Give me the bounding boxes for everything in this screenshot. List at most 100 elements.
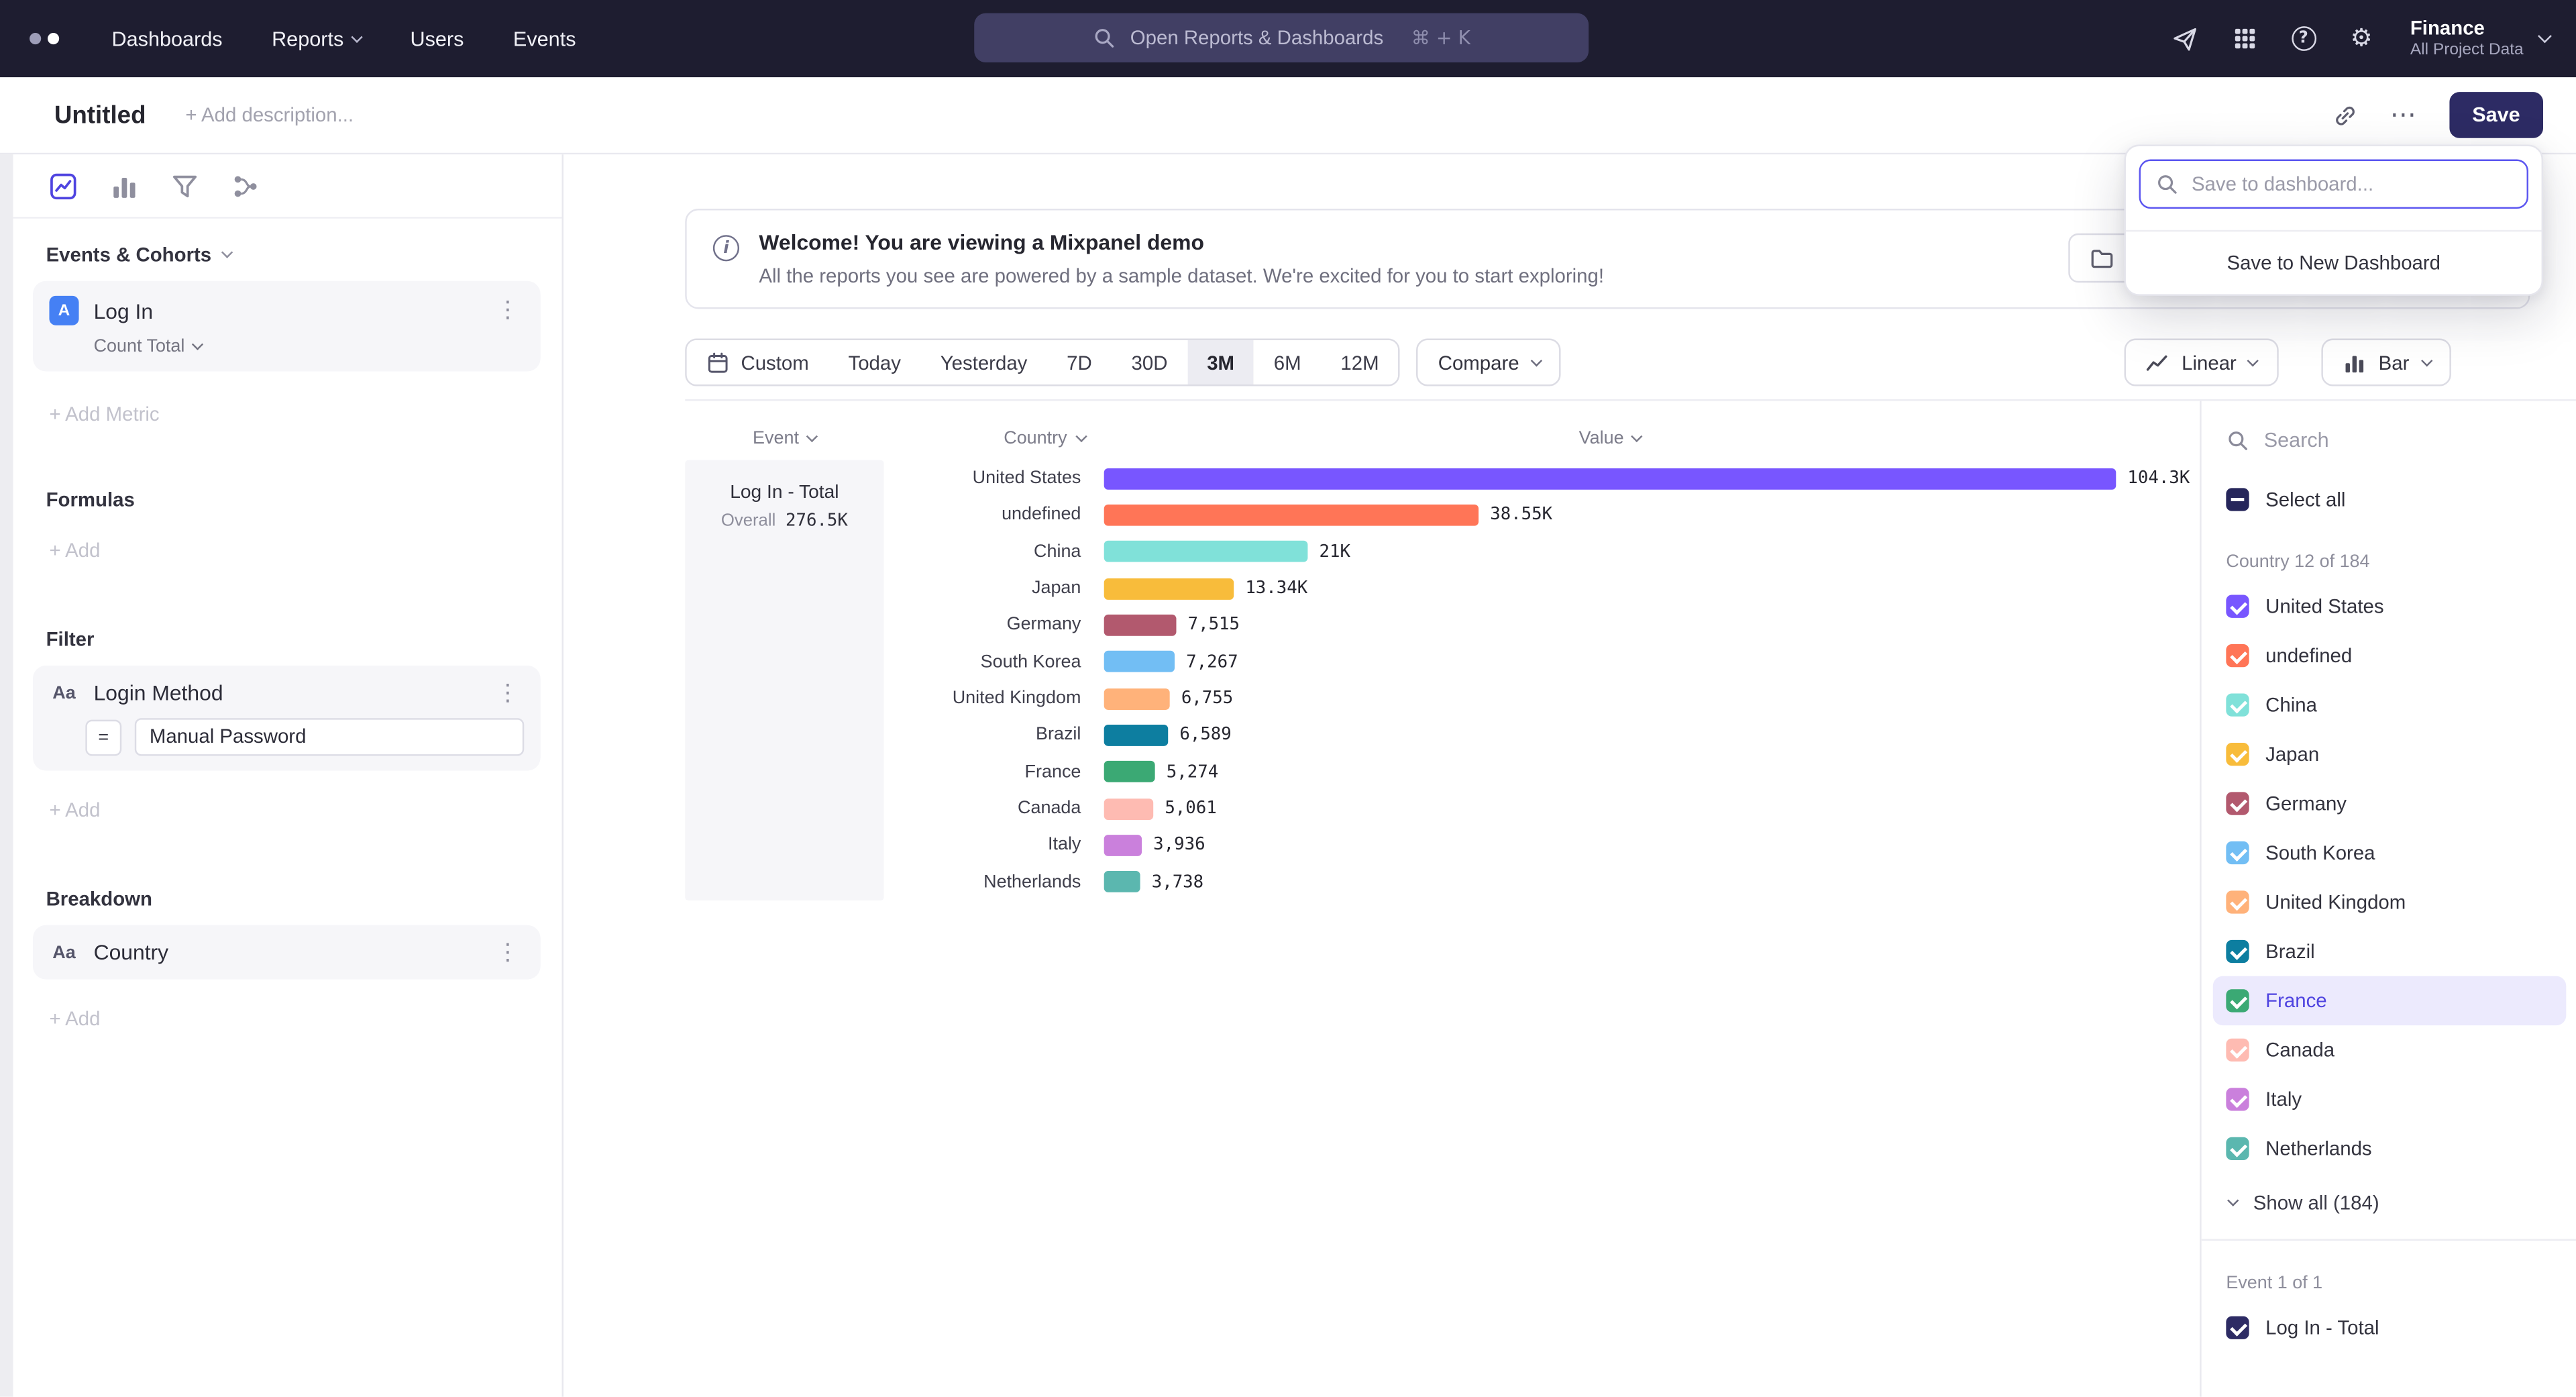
date-range-yesterday[interactable]: Yesterday [920,340,1046,384]
filter-value[interactable]: Manual Password [135,718,524,756]
event-checkbox[interactable] [2226,1316,2249,1339]
filter-card[interactable]: Aa Login Method ⋮ = Manual Password [33,666,541,771]
checkbox-japan[interactable] [2226,743,2249,766]
mixpanel-app: Dashboards Reports Users Events Open Report… [0,0,2576,1397]
checkbox-undefined[interactable] [2226,644,2249,667]
project-switcher[interactable]: Finance All Project Data [2410,16,2550,61]
column-header-event[interactable]: Event [685,429,883,448]
date-range-today[interactable]: Today [828,340,920,384]
legend-item-label: South Korea [2265,841,2375,864]
date-range-7d[interactable]: 7D [1047,340,1112,384]
report-title[interactable]: Untitled [54,101,146,130]
select-all-row[interactable]: Select all [2213,480,2567,519]
bar-united-kingdom[interactable] [1104,688,1170,709]
checkbox-france[interactable] [2226,989,2249,1012]
nav-item-events[interactable]: Events [513,27,576,50]
bar-brazil[interactable] [1104,725,1169,746]
column-header-value[interactable]: Value [1104,429,2116,448]
bar-france[interactable] [1104,762,1155,783]
save-button[interactable]: Save [2449,92,2543,138]
add-description[interactable]: + Add description... [185,103,354,126]
legend-item-united-states[interactable]: United States [2213,582,2567,631]
events-cohorts-heading[interactable]: Events & Cohorts [46,243,529,266]
add-metric-button[interactable]: + Add Metric [49,403,529,425]
bar-united-states[interactable] [1104,468,2116,489]
legend-event-item[interactable]: Log In - Total [2213,1303,2567,1352]
checkbox-united-kingdom[interactable] [2226,890,2249,913]
checkbox-italy[interactable] [2226,1088,2249,1110]
dashboard-search-field[interactable] [2139,160,2528,209]
legend-item-south-korea[interactable]: South Korea [2213,828,2567,877]
legend-search-input[interactable] [2264,429,2553,452]
legend-item-italy[interactable]: Italy [2213,1075,2567,1124]
date-range-3m[interactable]: 3M [1187,340,1254,384]
bar-undefined[interactable] [1104,505,1479,526]
bar-south-korea[interactable] [1104,652,1175,673]
nav-item-reports[interactable]: Reports [272,27,361,50]
breakdown-card[interactable]: Aa Country ⋮ [33,925,541,980]
flows-tab-icon[interactable] [231,172,260,200]
checkbox-brazil[interactable] [2226,940,2249,963]
more-options-icon[interactable]: ⋯ [2390,102,2416,128]
checkbox-china[interactable] [2226,693,2249,716]
more-vertical-icon[interactable]: ⋮ [491,941,524,964]
date-range-30d[interactable]: 30D [1112,340,1187,384]
bar-germany[interactable] [1104,615,1177,636]
compare-button[interactable]: Compare [1417,338,1561,386]
more-vertical-icon[interactable]: ⋮ [491,681,524,704]
legend-item-netherlands[interactable]: Netherlands [2213,1124,2567,1173]
mixpanel-logo[interactable] [30,33,59,44]
bar-china[interactable] [1104,541,1308,562]
checkbox-netherlands[interactable] [2226,1137,2249,1160]
bar-canada[interactable] [1104,798,1153,819]
dashboard-search-input[interactable] [2192,172,2512,195]
legend-item-canada[interactable]: Canada [2213,1025,2567,1074]
checkbox-germany[interactable] [2226,792,2249,815]
legend-item-brazil[interactable]: Brazil [2213,927,2567,976]
add-breakdown-button[interactable]: + Add [49,1007,529,1030]
select-all-checkbox[interactable] [2226,488,2249,511]
checkbox-united-states[interactable] [2226,595,2249,618]
legend-search[interactable] [2213,421,2567,460]
more-vertical-icon[interactable]: ⋮ [491,299,524,322]
legend-item-undefined[interactable]: undefined [2213,631,2567,680]
send-icon[interactable] [2171,25,2198,52]
add-formula-button[interactable]: + Add [49,539,529,562]
chart-row-japan: Japan13.34K [884,570,2200,607]
global-search[interactable]: Open Reports & Dashboards ⌘ + K [974,13,1589,62]
show-all-button[interactable]: Show all (184) [2213,1174,2567,1233]
checkbox-canada[interactable] [2226,1039,2249,1062]
column-header-country[interactable]: Country [884,429,1104,448]
line-type-selector[interactable]: Linear [2124,338,2278,386]
bar-japan[interactable] [1104,578,1234,599]
chart-type-selector[interactable]: Bar [2321,338,2451,386]
link-icon[interactable] [2332,103,2357,127]
filter-operator[interactable]: = [85,719,121,755]
event-summary-panel[interactable]: Log In - Total Overall 276.5K [685,460,883,900]
legend-item-china[interactable]: China [2213,680,2567,729]
bar-netherlands[interactable] [1104,872,1140,893]
save-to-new-dashboard-option[interactable]: Save to New Dashboard [2126,231,2542,294]
funnel-tab-icon[interactable] [171,172,199,200]
date-range-6m[interactable]: 6M [1254,340,1321,384]
help-icon[interactable]: ? [2291,26,2316,51]
checkbox-south-korea[interactable] [2226,841,2249,864]
insights-tab-icon[interactable] [49,172,77,200]
add-filter-button[interactable]: + Add [49,798,529,821]
bar-report-tab-icon[interactable] [110,172,138,200]
aggregation-selector[interactable]: Count Total [94,337,525,356]
bar-italy[interactable] [1104,835,1142,856]
date-range-custom[interactable]: Custom [687,340,828,384]
event-card[interactable]: A Log In ⋮ Count Total [33,281,541,372]
legend-item-france[interactable]: France [2213,976,2567,1025]
legend-item-germany[interactable]: Germany [2213,779,2567,828]
gear-icon[interactable]: ⚙ [2351,26,2373,51]
nav-item-users[interactable]: Users [410,27,464,50]
save-to-dashboard-dropdown: Save to New Dashboard [2125,145,2543,296]
date-range-12m[interactable]: 12M [1321,340,1399,384]
legend-item-united-kingdom[interactable]: United Kingdom [2213,878,2567,927]
legend-item-japan[interactable]: Japan [2213,729,2567,778]
nav-item-dashboards[interactable]: Dashboards [112,27,223,50]
chart-row-canada: Canada5,061 [884,790,2200,827]
apps-grid-icon[interactable] [2232,26,2257,51]
